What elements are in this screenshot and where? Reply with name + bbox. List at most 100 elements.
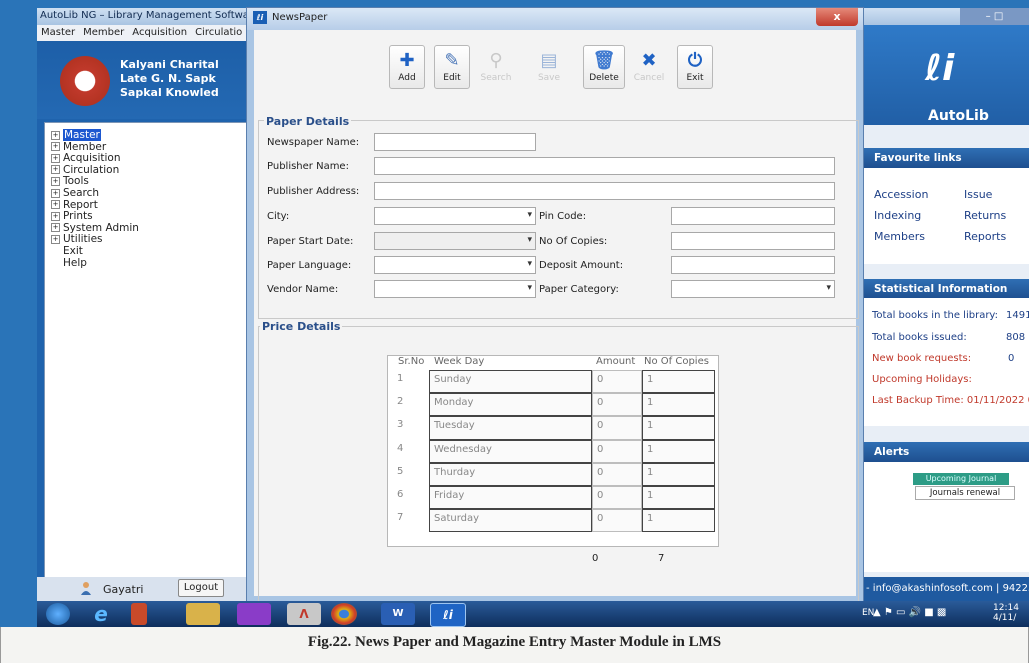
alert-tab-journals-renewal[interactable]: Journals renewal <box>915 486 1015 500</box>
system-tray-icons[interactable]: ▲ ⚑ ▭ 🔊 ■ ▩ <box>873 607 946 618</box>
expand-icon[interactable]: + <box>51 188 60 198</box>
alert-tab-upcoming-journal[interactable]: Upcoming Journal <box>913 473 1009 485</box>
deposit-amount-input[interactable] <box>671 256 835 274</box>
grid-cell-weekday[interactable]: Saturday <box>429 509 592 533</box>
publisher-address-input[interactable] <box>374 182 835 200</box>
grid-cell-amount[interactable]: 0 <box>592 462 642 486</box>
pin-code-label: Pin Code: <box>539 211 587 222</box>
expand-icon[interactable]: + <box>51 234 60 244</box>
grid-cell-copies[interactable]: 1 <box>642 393 715 417</box>
nav-tree: + Master + Member + Acquisition + Circulatio… <box>44 122 249 579</box>
pdf-reader-icon[interactable]: Λ <box>287 603 321 625</box>
cancel-button[interactable]: ✖ Cancel <box>631 45 667 89</box>
grid-cell-amount[interactable]: 0 <box>592 370 642 394</box>
save-button[interactable]: ▤ Save <box>531 45 567 89</box>
grid-cell-amount[interactable]: 0 <box>592 439 642 463</box>
expand-icon[interactable]: + <box>51 200 60 210</box>
media-player-icon[interactable] <box>131 603 147 625</box>
grid-header-copies: No Of Copies <box>644 356 709 367</box>
pin-code-input[interactable] <box>671 207 835 225</box>
grid-cell-amount[interactable]: 0 <box>592 509 642 533</box>
internet-explorer-icon[interactable]: e <box>84 603 118 625</box>
power-icon: ⏻ <box>687 50 703 71</box>
dialog-close-button[interactable]: x <box>816 8 858 26</box>
autolib-taskbar-icon[interactable]: ℓi <box>430 603 466 627</box>
exit-button[interactable]: ⏻ Exit <box>677 45 713 89</box>
expand-icon[interactable]: + <box>51 142 60 152</box>
fav-link-indexing[interactable]: Indexing <box>874 209 921 222</box>
window-controls[interactable]: – □ <box>960 8 1029 25</box>
start-button[interactable] <box>46 603 70 625</box>
expand-icon[interactable]: + <box>51 153 60 163</box>
menu-acquisition[interactable]: Acquisition <box>128 25 191 41</box>
grid-cell-weekday[interactable]: Monday <box>429 393 592 417</box>
expand-icon[interactable]: + <box>51 176 60 186</box>
paper-start-date-label: Paper Start Date: <box>267 236 354 247</box>
tree-item-help[interactable]: Help <box>63 257 87 270</box>
publisher-name-label: Publisher Name: <box>267 161 349 172</box>
grid-cell-weekday[interactable]: Thurday <box>429 462 592 486</box>
grid-cell-amount[interactable]: 0 <box>592 393 642 417</box>
grid-header-amount: Amount <box>596 356 636 367</box>
paper-start-date-picker[interactable] <box>374 232 536 250</box>
grid-cell-amount[interactable]: 0 <box>592 486 642 510</box>
grid-cell-copies[interactable]: 1 <box>642 486 715 510</box>
delete-button[interactable]: 🗑 Delete <box>583 45 625 89</box>
grid-cell-copies[interactable]: 1 <box>642 416 715 440</box>
no-of-copies-label: No Of Copies: <box>539 236 608 247</box>
stat-value-books-issued: 808 <box>1006 332 1026 343</box>
grid-cell-copies[interactable]: 1 <box>642 509 715 533</box>
trash-icon: 🗑 <box>592 50 616 71</box>
fav-link-members[interactable]: Members <box>874 230 925 243</box>
figure-caption: Fig.22. News Paper and Magazine Entry Ma… <box>307 634 722 650</box>
paper-language-label: Paper Language: <box>267 260 352 271</box>
grid-cell-srno: 1 <box>397 373 404 384</box>
publisher-name-input[interactable] <box>374 157 835 175</box>
grid-cell-copies[interactable]: 1 <box>642 439 715 463</box>
expand-icon[interactable]: + <box>51 211 60 221</box>
expand-icon[interactable]: + <box>51 223 60 233</box>
expand-icon[interactable]: + <box>51 165 60 175</box>
vendor-name-dropdown[interactable] <box>374 280 536 298</box>
search-button[interactable]: ⚲ Search <box>478 45 514 89</box>
add-button[interactable]: ✚ Add <box>389 45 425 89</box>
chrome-icon[interactable] <box>331 603 357 625</box>
clock[interactable]: 12:14 4/11/ <box>993 603 1019 623</box>
grid-cell-weekday[interactable]: Sunday <box>429 370 592 394</box>
fav-link-returns[interactable]: Returns <box>964 209 1006 222</box>
grid-cell-copies[interactable]: 1 <box>642 370 715 394</box>
word-icon[interactable]: W <box>381 603 415 625</box>
city-dropdown[interactable] <box>374 207 536 225</box>
tree-item-exit[interactable]: Exit <box>63 245 83 258</box>
grid-cell-weekday[interactable]: Tuesday <box>429 416 592 440</box>
fav-link-reports[interactable]: Reports <box>964 230 1006 243</box>
grid-cell-srno: 6 <box>397 489 404 500</box>
search-icon: ⚲ <box>489 50 503 71</box>
expand-icon[interactable]: + <box>51 130 60 140</box>
logout-button[interactable]: Logout <box>178 579 224 597</box>
paint-app-icon[interactable] <box>237 603 271 625</box>
org-line-2: Late G. N. Sapk <box>120 72 216 85</box>
newspaper-name-label: Newspaper Name: <box>267 137 360 148</box>
paper-language-dropdown[interactable] <box>374 256 536 274</box>
file-explorer-icon[interactable] <box>186 603 220 625</box>
paper-details-title: Paper Details <box>264 115 352 128</box>
dialog-titlebar <box>247 8 863 30</box>
brand-logo-icon: ℓi <box>925 48 955 89</box>
grid-cell-weekday[interactable]: Friday <box>429 486 592 510</box>
menu-master[interactable]: Master <box>37 25 79 41</box>
fav-link-accession[interactable]: Accession <box>874 188 928 201</box>
city-label: City: <box>267 211 290 222</box>
menu-member[interactable]: Member <box>79 25 128 41</box>
edit-button[interactable]: ✎ Edit <box>434 45 470 89</box>
grid-cell-amount[interactable]: 0 <box>592 416 642 440</box>
no-of-copies-input[interactable] <box>671 232 835 250</box>
grid-cell-copies[interactable]: 1 <box>642 462 715 486</box>
statistical-info-header: Statistical Information <box>862 279 1029 299</box>
newspaper-name-input[interactable] <box>374 133 536 151</box>
fav-link-issue[interactable]: Issue <box>964 188 992 201</box>
paper-category-dropdown[interactable] <box>671 280 835 298</box>
grid-cell-weekday[interactable]: Wednesday <box>429 439 592 463</box>
stat-label-books-issued: Total books issued: <box>872 332 967 343</box>
menu-circulation[interactable]: Circulatio <box>191 25 246 41</box>
